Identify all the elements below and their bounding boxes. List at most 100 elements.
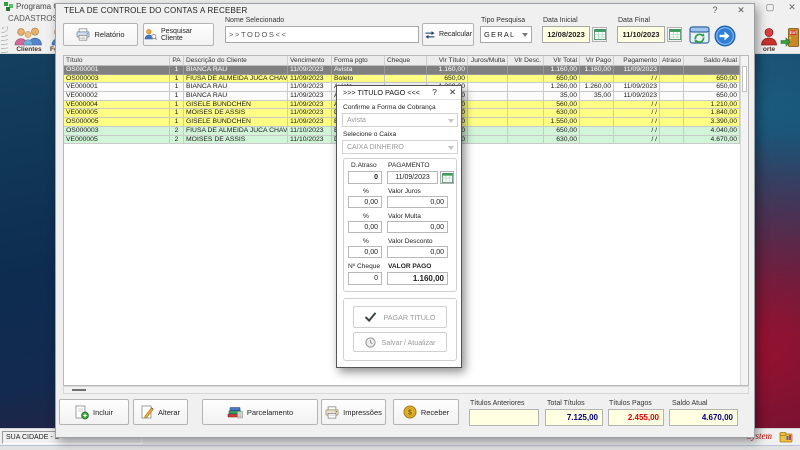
desconto-value-field[interactable]: 0,00 <box>387 246 448 258</box>
dialog-titlebar[interactable]: >>> TITULO PAGO <<< ? ✕ <box>337 86 461 100</box>
table-cell <box>684 66 740 75</box>
valor-pago-field[interactable]: 1.160,00 <box>387 272 448 285</box>
go-button[interactable] <box>714 25 736 47</box>
close-icon[interactable]: ✕ <box>445 86 460 99</box>
table-cell: MOISES DE ASSIS <box>184 109 288 118</box>
impressoes-label: Impressões <box>343 408 382 417</box>
table-cell <box>468 92 508 101</box>
table-cell: 11/09/2023 <box>288 101 332 110</box>
toolbar-suporte-button[interactable]: orte <box>757 27 781 53</box>
table-cell: 35,00 <box>544 92 580 101</box>
cheque-field[interactable]: 0 <box>348 272 382 285</box>
table-cell: GISELE BÜNDCHEN <box>184 101 288 110</box>
alterar-button[interactable]: Alterar <box>133 399 188 425</box>
toolbar-exit-button[interactable]: EXIT <box>780 27 800 48</box>
multa-value-field[interactable]: 0,00 <box>387 221 448 233</box>
toolbar-clientes-button[interactable]: Clientes <box>10 27 48 53</box>
column-header[interactable]: Saldo Atual <box>684 56 740 66</box>
column-header[interactable]: Vlr Pago <box>580 56 614 66</box>
column-header[interactable]: Descrição do Cliente <box>184 56 288 66</box>
cobranca-select[interactable]: Avista <box>342 113 458 127</box>
column-header[interactable]: Título <box>64 56 170 66</box>
selected-name-field[interactable]: >>TODOS<< <box>225 26 419 43</box>
column-header[interactable]: Vencimento <box>288 56 332 66</box>
column-header[interactable]: Pagamento <box>614 56 660 66</box>
impressoes-button[interactable]: Impressões <box>321 399 386 425</box>
caixa-value: CAIXA DINHEIRO <box>347 144 404 151</box>
desconto-pct-label: % <box>363 238 369 245</box>
report-button[interactable]: Relatório <box>63 23 138 46</box>
pagamento-calendar-button[interactable] <box>440 171 454 184</box>
recalculate-button[interactable]: Recalcular <box>422 23 474 46</box>
table-cell: FIUSA DE ALMEIDA JUCA CHAVES <box>184 75 288 84</box>
add-document-icon <box>75 405 89 420</box>
table-cell: 11/10/2023 <box>288 127 332 136</box>
horizontal-scrollbar-thumb[interactable] <box>72 389 86 391</box>
search-client-label: Pesquisar Cliente <box>161 28 213 42</box>
incluir-button[interactable]: Incluir <box>59 399 129 425</box>
cheque-label: Nº Cheque <box>348 263 380 270</box>
parcelamento-button[interactable]: Parcelamento <box>202 399 318 425</box>
horizontal-scrollbar[interactable] <box>63 386 749 394</box>
pagamento-field[interactable]: 11/09/2023 <box>387 171 438 184</box>
table-row[interactable]: OS0000031FIUSA DE ALMEIDA JUCA CHAVES11/… <box>64 75 740 84</box>
table-cell <box>508 66 544 75</box>
table-cell: 650,00 <box>684 75 740 84</box>
desconto-label: Valor Desconto <box>388 238 433 245</box>
toolbar-grip <box>1 26 8 54</box>
table-cell: GISELE BÜNDCHEN <box>184 118 288 127</box>
close-icon[interactable]: ✕ <box>730 4 752 17</box>
column-header[interactable]: Forma pgto <box>332 56 385 66</box>
multa-pct-field[interactable]: 0,00 <box>348 221 382 233</box>
column-header[interactable]: PA <box>170 56 184 66</box>
table-cell: / / <box>614 127 660 136</box>
selected-name-label: Nome Selecionado <box>225 17 284 24</box>
column-header[interactable]: Vlr Desc. <box>508 56 544 66</box>
salvar-atualizar-button[interactable]: Salvar / Atualizar <box>353 332 447 352</box>
desconto-pct-field[interactable]: 0,00 <box>348 246 382 258</box>
table-cell: 1 <box>170 66 184 75</box>
calendar-icon <box>594 29 606 40</box>
juros-pct-field[interactable]: 0,00 <box>348 196 382 208</box>
pagamento-label: PAGAMENTO <box>388 162 430 169</box>
search-client-button[interactable]: Pesquisar Cliente <box>143 23 214 46</box>
column-header[interactable]: Vlr Total <box>544 56 580 66</box>
search-type-value: GERAL <box>484 30 515 39</box>
vertical-scrollbar[interactable] <box>740 56 748 385</box>
date-end-calendar-button[interactable] <box>667 27 682 42</box>
vertical-scrollbar-thumb[interactable] <box>742 66 747 92</box>
cobranca-value: Avista <box>347 117 366 124</box>
table-cell <box>508 136 544 145</box>
date-start-calendar-button[interactable] <box>592 27 607 42</box>
column-header[interactable]: Atraso <box>660 56 684 66</box>
pagar-titulo-button[interactable]: PAGAR TITULO <box>353 306 447 328</box>
help-icon[interactable]: ? <box>704 4 726 17</box>
search-type-select[interactable]: GERAL <box>480 26 532 43</box>
juros-pct-label: % <box>363 188 369 195</box>
table-row[interactable]: OS0000011BIANCA RAU11/09/2023Avista1.160… <box>64 66 740 75</box>
table-cell: 11/09/2023 <box>614 83 660 92</box>
caixa-select[interactable]: CAIXA DINHEIRO <box>342 140 458 154</box>
swap-arrows-icon <box>424 30 436 40</box>
help-icon[interactable]: ? <box>427 86 442 99</box>
table-cell <box>660 118 684 127</box>
table-cell: 630,00 <box>544 136 580 145</box>
calendar-icon <box>442 173 453 183</box>
date-end-field[interactable]: 11/10/2023 <box>617 26 665 43</box>
refresh-button[interactable] <box>689 25 710 45</box>
page-title: TELA DE CONTROLE DO CONTAS A RECEBER <box>64 6 248 15</box>
table-cell: VE000005 <box>64 109 170 118</box>
atraso-field[interactable]: 0 <box>348 171 382 184</box>
receivables-titlebar[interactable]: TELA DE CONTROLE DO CONTAS A RECEBER ? ✕ <box>56 4 754 18</box>
table-cell: Boleto <box>332 75 385 84</box>
date-start-field[interactable]: 12/08/2023 <box>542 26 590 43</box>
close-icon[interactable]: ✕ <box>784 2 800 12</box>
receber-button[interactable]: $ Receber <box>393 399 459 425</box>
juros-value-field[interactable]: 0,00 <box>387 196 448 208</box>
table-cell <box>580 75 614 84</box>
column-header[interactable]: Cheque <box>385 56 427 66</box>
maximize-icon[interactable]: ▢ <box>762 2 778 12</box>
menu-cadastros[interactable]: CADASTROS <box>8 14 58 23</box>
column-header[interactable]: Vlr Título <box>427 56 468 66</box>
column-header[interactable]: Juros/Multa <box>468 56 508 66</box>
